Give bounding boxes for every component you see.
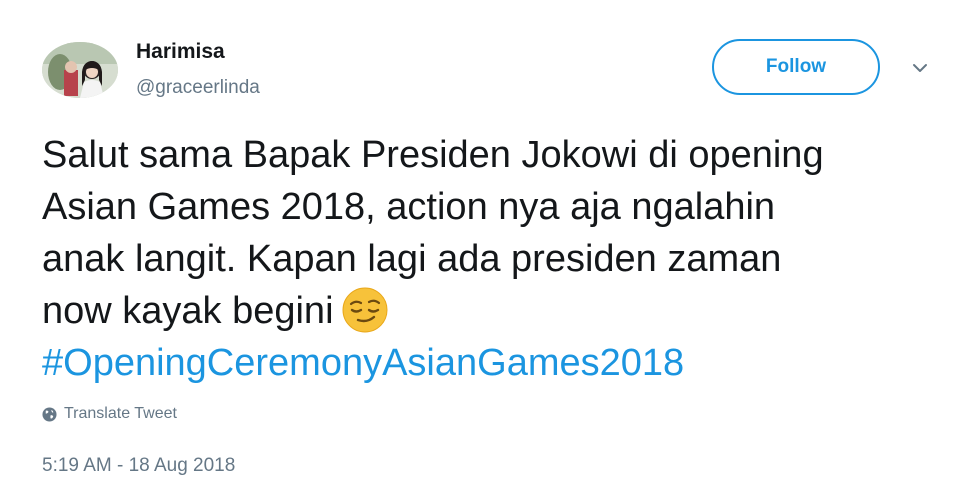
tweet-line: anak langit. Kapan lagi ada presiden zam… [42, 238, 782, 280]
tweet-line-last: now kayak begini [42, 285, 942, 337]
tweet-line: Salut sama Bapak Presiden Jokowi di open… [42, 134, 824, 176]
chevron-down-icon[interactable] [908, 58, 932, 78]
avatar-photo [42, 42, 118, 98]
translate-label: Translate Tweet [64, 405, 177, 422]
tweet-card: Harimisa @graceerlinda Follow Salut sama… [0, 0, 976, 499]
user-handle[interactable]: @graceerlinda [136, 77, 260, 99]
smirking-face-emoji [342, 287, 388, 333]
hashtag-link[interactable]: #OpeningCeremonyAsianGames2018 [42, 337, 942, 389]
translate-tweet-link[interactable]: Translate Tweet [42, 405, 177, 423]
tweet-timestamp[interactable]: 5:19 AM - 18 Aug 2018 [42, 455, 235, 477]
display-name[interactable]: Harimisa [136, 40, 225, 64]
globe-icon [42, 406, 57, 422]
avatar[interactable] [42, 42, 118, 98]
follow-button[interactable]: Follow [712, 39, 880, 95]
tweet-line: now kayak begini [42, 290, 334, 332]
tweet-text: Salut sama Bapak Presiden Jokowi di open… [42, 129, 942, 389]
tweet-line: Asian Games 2018, action nya aja ngalahi… [42, 186, 776, 228]
